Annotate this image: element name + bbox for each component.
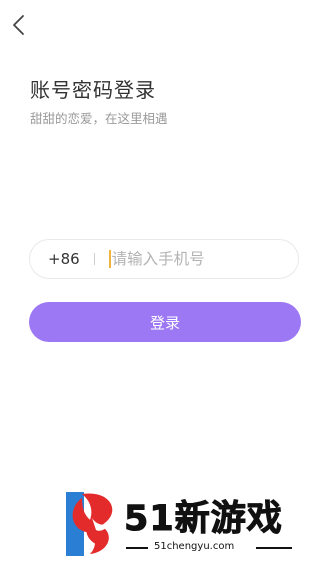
page-title: 账号密码登录 bbox=[30, 78, 156, 102]
text-caret bbox=[108, 250, 111, 268]
watermark-rule-right bbox=[256, 547, 292, 549]
country-code[interactable]: +86 bbox=[48, 250, 80, 268]
chevron-left-icon bbox=[13, 15, 24, 35]
site-logo-icon bbox=[66, 492, 113, 556]
login-button[interactable]: 登录 bbox=[29, 302, 301, 342]
watermark-brand: 51新游戏 bbox=[124, 499, 283, 540]
watermark-url: 51chengyu.com bbox=[154, 541, 235, 552]
page-subtitle: 甜甜的恋爱，在这里相遇 bbox=[30, 111, 168, 126]
phone-input[interactable] bbox=[111, 250, 282, 268]
back-button[interactable] bbox=[6, 12, 30, 38]
watermark: 51新游戏 51chengyu.com bbox=[60, 486, 310, 561]
divider bbox=[93, 253, 95, 265]
watermark-rule-left bbox=[126, 547, 148, 549]
phone-field[interactable]: +86 bbox=[29, 239, 299, 279]
